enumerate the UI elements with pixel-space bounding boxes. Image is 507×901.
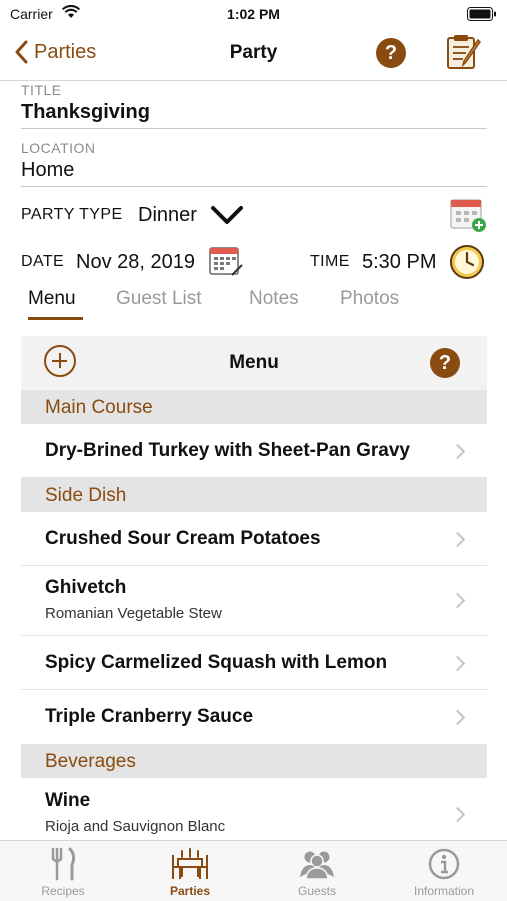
time-label: TIME [310,253,350,270]
list-item[interactable]: Ghivetch Romanian Vegetable Stew [21,566,487,636]
tab-bar-parties[interactable]: Parties [127,841,253,901]
tab-guest-list[interactable]: Guest List [116,288,202,310]
item-name: Wine [45,790,91,811]
fork-knife-icon [0,847,126,881]
date-value[interactable]: Nov 28, 2019 [76,251,195,274]
title-label: TITLE [21,82,62,98]
item-name: Crushed Sour Cream Potatoes [45,528,321,549]
tab-notes[interactable]: Notes [249,288,299,310]
chevron-right-icon [449,709,466,726]
tab-bar: Recipes Parties Guests Information [0,840,507,901]
help-button[interactable]: ? [376,38,406,68]
item-name: Ghivetch [45,577,127,598]
item-name: Dry-Brined Turkey with Sheet-Pan Gravy [45,440,410,461]
list-item[interactable]: Dry-Brined Turkey with Sheet-Pan Gravy [21,424,487,478]
calendar-add-icon[interactable] [449,196,487,239]
item-name: Triple Cranberry Sauce [45,706,254,727]
tab-bar-label: Parties [169,884,211,898]
page-title: Party [229,42,278,63]
item-name: Spicy Carmelized Squash with Lemon [45,652,388,673]
tab-menu[interactable]: Menu [28,288,76,310]
section-title: Beverages [45,751,136,772]
tab-bar-guests[interactable]: Guests [254,841,380,901]
chevron-right-icon [449,592,466,609]
location-label: LOCATION [21,140,96,156]
party-type-value[interactable]: Dinner [138,204,197,227]
chevron-down-icon[interactable] [210,204,244,231]
chevron-right-icon [449,443,466,460]
section-title: Main Course [45,397,153,418]
time-value[interactable]: 5:30 PM [362,251,436,274]
section-title: Side Dish [45,485,127,506]
info-icon [381,847,507,881]
tab-photos[interactable]: Photos [340,288,399,310]
location-divider [21,186,487,187]
list-item[interactable]: Wine Rioja and Sauvignon Blanc [21,778,487,840]
people-icon [254,847,380,881]
menu-panel-header: Menu ? [21,336,487,390]
section-header-beverages: Beverages [21,744,487,778]
section-header-main-course: Main Course [21,390,487,424]
party-type-label: PARTY TYPE [21,206,123,223]
battery-icon [467,7,497,26]
item-subtitle: Rioja and Sauvignon Blanc [45,818,226,835]
clock-label: 1:02 PM [227,6,280,22]
chevron-right-icon [449,806,466,823]
navigation-bar: Parties Party ? [0,28,507,81]
list-item[interactable]: Triple Cranberry Sauce [21,690,487,743]
list-item[interactable]: Crushed Sour Cream Potatoes [21,512,487,566]
notepad-icon[interactable] [444,32,484,77]
title-divider [21,128,487,129]
section-header-side-dish: Side Dish [21,478,487,512]
chevron-right-icon [449,531,466,548]
tab-bar-recipes[interactable]: Recipes [0,841,126,901]
clock-icon[interactable] [449,244,485,285]
menu-panel-title: Menu [229,352,279,373]
tab-bar-label: Recipes [41,884,85,898]
chevron-right-icon [449,655,466,672]
calendar-icon[interactable] [208,245,244,282]
active-tab-indicator [28,317,83,320]
dining-table-icon [127,847,253,881]
date-label: DATE [21,253,65,270]
item-subtitle: Romanian Vegetable Stew [45,605,222,622]
status-bar: Carrier 1:02 PM [0,0,507,28]
location-field[interactable]: Home [21,159,74,182]
list-item[interactable]: Spicy Carmelized Squash with Lemon [21,636,487,690]
tab-bar-information[interactable]: Information [381,841,507,901]
menu-help-button[interactable]: ? [430,348,460,378]
tab-bar-label: Information [413,884,475,898]
tab-bar-label: Guests [297,884,336,898]
title-field[interactable]: Thanksgiving [21,101,150,124]
